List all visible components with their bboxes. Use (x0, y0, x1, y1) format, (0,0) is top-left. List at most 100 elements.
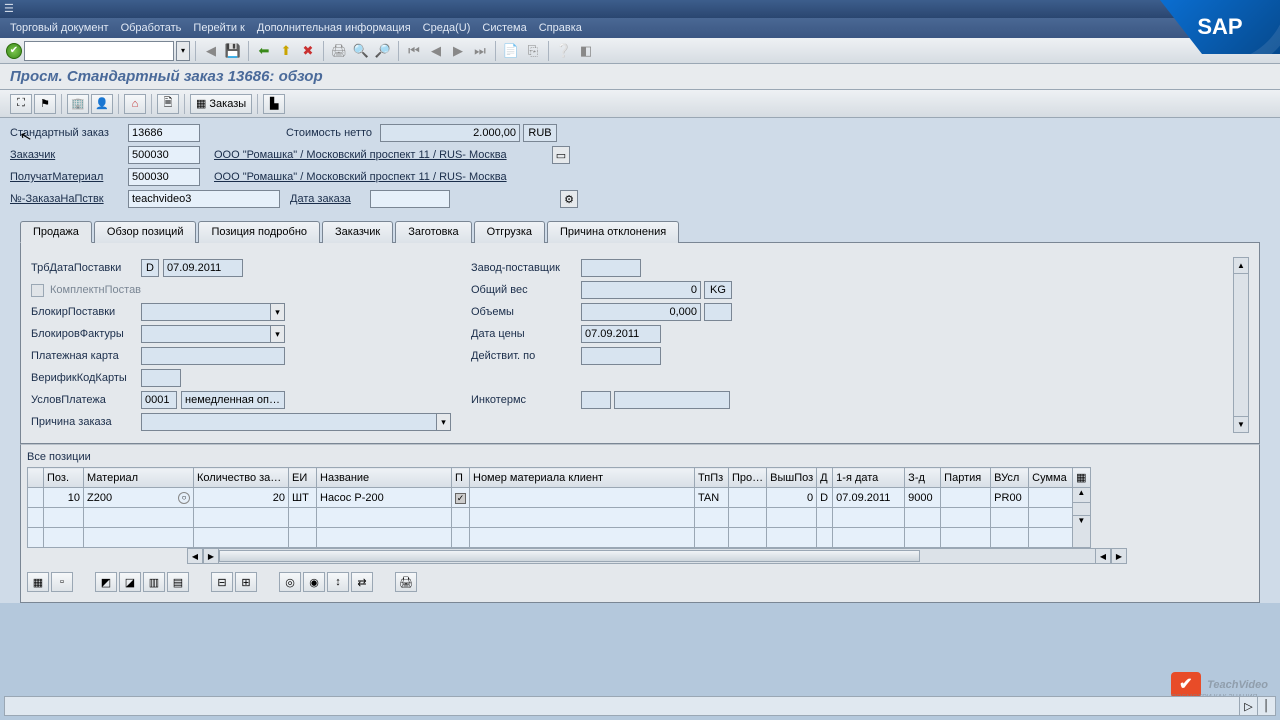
first-page-icon[interactable]: ⏮ (405, 42, 423, 60)
col-tppz[interactable]: ТпПз (695, 468, 729, 488)
tab-shipping[interactable]: Отгрузка (474, 221, 545, 243)
col-pro[interactable]: Про… (729, 468, 767, 488)
grid-btn-8[interactable]: ◉ (303, 572, 325, 592)
scroll-up-icon[interactable]: ▲ (1234, 258, 1248, 274)
print-icon[interactable]: 🖨 (330, 42, 348, 60)
billblock-field[interactable] (141, 325, 271, 343)
order-date-label[interactable]: Дата заказа (290, 193, 370, 205)
select-all-icon[interactable]: ▦ (27, 572, 49, 592)
hscroll-right2-icon[interactable]: ▶ (1111, 548, 1127, 564)
tab-item-overview[interactable]: Обзор позиций (94, 221, 197, 243)
prev-page-icon[interactable]: ◀ (427, 42, 445, 60)
customer-detail-button[interactable]: ▭ (552, 146, 570, 164)
back-green-icon[interactable]: ⬅ (255, 42, 273, 60)
status-btn-1[interactable]: ▷ (1239, 697, 1257, 715)
po-field[interactable] (128, 190, 280, 208)
hscroll-thumb[interactable] (219, 550, 920, 562)
payterm-code[interactable] (141, 391, 177, 409)
material-search-icon[interactable]: ○ (178, 492, 190, 504)
customer-label[interactable]: Заказчик (10, 149, 128, 161)
col-plant[interactable]: З-д (905, 468, 941, 488)
menu-system[interactable]: Система (482, 22, 526, 34)
display-change-icon[interactable]: ⛶ (10, 94, 32, 114)
hscroll-left2-icon[interactable]: ◀ (1095, 548, 1111, 564)
shipto-label[interactable]: ПолучатМатериал (10, 171, 128, 183)
help-icon[interactable]: ❔ (555, 42, 573, 60)
menu-sales-doc[interactable]: Торговый документ (10, 22, 109, 34)
cancel-icon[interactable]: ✖ (299, 42, 317, 60)
grid-hscroll[interactable]: ◀ ▶ ◀ ▶ (187, 548, 1127, 564)
col-unit[interactable]: ЕИ (289, 468, 317, 488)
order-date-field[interactable] (370, 190, 450, 208)
shipto-field[interactable] (128, 168, 200, 186)
table-row[interactable]: 10 Z200○ 20 ШТ Насос Р-200 ✓ TAN 0 D 07.… (28, 488, 1091, 508)
last-page-icon[interactable]: ⏭ (471, 42, 489, 60)
find-next-icon[interactable]: 🔎 (374, 42, 392, 60)
tab-rejection[interactable]: Причина отклонения (547, 221, 679, 243)
hscroll-left-icon[interactable]: ◀ (187, 548, 203, 564)
col-material[interactable]: Материал (84, 468, 194, 488)
header-config-button[interactable]: ⚙ (560, 190, 578, 208)
grid-btn-2[interactable]: ◪ (119, 572, 141, 592)
grid-btn-3[interactable]: ▥ (143, 572, 165, 592)
grid-vscroll[interactable]: ▲ ▼ (1073, 488, 1090, 548)
customer-field[interactable] (128, 146, 200, 164)
incoterms-text[interactable] (614, 391, 730, 409)
validto-field[interactable] (581, 347, 661, 365)
incoterms-code[interactable] (581, 391, 611, 409)
verif-field[interactable] (141, 369, 181, 387)
new-session-icon[interactable]: 📄 (502, 42, 520, 60)
tab-customer[interactable]: Заказчик (322, 221, 393, 243)
orders-button[interactable]: ▦Заказы (190, 94, 252, 114)
col-pos[interactable]: Поз. (44, 468, 84, 488)
menu-help[interactable]: Справка (539, 22, 582, 34)
grid-config-icon[interactable]: ▦ (1073, 468, 1090, 488)
req-date-type[interactable] (141, 259, 159, 277)
row-selector-header[interactable] (28, 468, 44, 488)
plant-field[interactable] (581, 259, 641, 277)
grid-btn-1[interactable]: ◩ (95, 572, 117, 592)
app-menu-icon[interactable]: ☰ (4, 2, 18, 16)
col-custmat[interactable]: Номер материала клиент (470, 468, 695, 488)
panel-vscroll[interactable]: ▲ ▼ (1233, 257, 1249, 433)
row-selector[interactable] (28, 488, 44, 508)
col-date1[interactable]: 1-я дата (833, 468, 905, 488)
grid-btn-11[interactable]: 🖨 (395, 572, 417, 592)
scroll-down-icon[interactable]: ▼ (1234, 416, 1248, 432)
status-btn-2[interactable]: │ (1257, 697, 1275, 715)
command-dropdown[interactable]: ▾ (176, 41, 190, 61)
req-date-field[interactable] (163, 259, 243, 277)
col-vusl[interactable]: ВУсл (991, 468, 1029, 488)
menu-goto[interactable]: Перейти к (193, 22, 244, 34)
menu-extras[interactable]: Дополнительная информация (257, 22, 411, 34)
flag-icon[interactable]: ⚑ (34, 94, 56, 114)
customer-text[interactable]: ООО "Ромашка" / Московский проспект 11 /… (214, 149, 507, 161)
col-sum[interactable]: Сумма (1029, 468, 1073, 488)
menu-environment[interactable]: Среда(U) (423, 22, 471, 34)
shortcut-icon[interactable]: ⎘ (524, 42, 542, 60)
col-batch[interactable]: Партия (941, 468, 991, 488)
table-row[interactable] (28, 528, 1091, 548)
back-icon[interactable]: ◀ (202, 42, 220, 60)
col-d[interactable]: Д (817, 468, 833, 488)
tab-procurement[interactable]: Заготовка (395, 221, 471, 243)
save-icon[interactable]: 💾 (224, 42, 242, 60)
tab-sales[interactable]: Продажа (20, 221, 92, 243)
grid-btn-9[interactable]: ↕ (327, 572, 349, 592)
col-qty[interactable]: Количество за… (194, 468, 289, 488)
exit-icon[interactable]: ⬆ (277, 42, 295, 60)
partner-icon[interactable]: 👤 (91, 94, 113, 114)
grid-btn-10[interactable]: ⇄ (351, 572, 373, 592)
table-row[interactable] (28, 508, 1091, 528)
enter-button[interactable]: ✔ (6, 43, 22, 59)
billblock-drop[interactable]: ▾ (271, 325, 285, 343)
next-page-icon[interactable]: ▶ (449, 42, 467, 60)
grid-btn-5[interactable]: ⊟ (211, 572, 233, 592)
reason-field[interactable] (141, 413, 437, 431)
grid-btn-7[interactable]: ◎ (279, 572, 301, 592)
grid-btn-4[interactable]: ▤ (167, 572, 189, 592)
org-icon[interactable]: 🏢 (67, 94, 89, 114)
command-field[interactable] (24, 41, 174, 61)
po-label[interactable]: №-ЗаказаНаПствк (10, 193, 128, 205)
menu-edit[interactable]: Обработать (121, 22, 182, 34)
